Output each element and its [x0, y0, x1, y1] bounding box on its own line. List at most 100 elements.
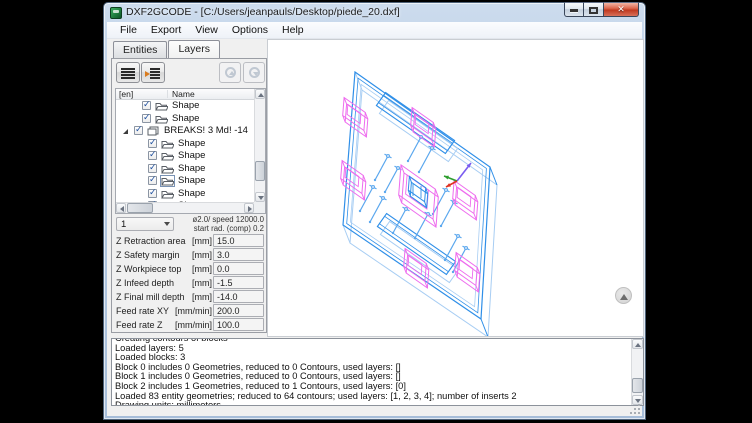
tree-header[interactable]: [en] Name — [116, 89, 254, 100]
param-label: Feed rate Z[mm/min] — [116, 320, 212, 330]
param-unit: [mm] — [192, 292, 212, 302]
param-row: Z Safety margin[mm]3.0 — [116, 248, 262, 262]
layer-checkbox[interactable]: ✓ — [142, 101, 151, 110]
move-layer-down-button[interactable] — [243, 62, 265, 83]
scroll-right-button[interactable] — [244, 203, 254, 213]
tree-vertical-scrollbar[interactable] — [254, 89, 265, 202]
tree-rows: ✓Shape✓Shape✓BREAKS! 3 Md! -14✓Shape✓Sha… — [116, 100, 254, 202]
drill-point — [371, 185, 374, 188]
folder-icon — [161, 164, 174, 174]
drill-tip — [374, 179, 376, 181]
tree-hscroll-thumb[interactable] — [127, 203, 153, 213]
param-name: Z Retraction area — [116, 236, 186, 246]
close-button[interactable]: ✕ — [604, 2, 639, 17]
param-value-field[interactable]: 100.0 — [213, 318, 264, 331]
drill-tip — [359, 210, 361, 212]
expand-all-button[interactable] — [141, 62, 165, 83]
scroll-down-icon — [635, 399, 641, 403]
drill-point — [430, 146, 433, 149]
check-icon: ✓ — [149, 149, 157, 160]
param-unit: [mm] — [192, 278, 212, 288]
menu-view[interactable]: View — [188, 22, 225, 38]
canvas-corner-button[interactable] — [615, 287, 632, 304]
layer-name: BREAKS! 3 Md! -14 — [164, 125, 248, 136]
tree-column-name: Name — [172, 89, 195, 99]
tree-row[interactable]: ✓ BREAKS! 3 Md! -14 — [116, 125, 254, 138]
check-icon: ✓ — [149, 174, 157, 185]
tree-row[interactable]: ✓Shape — [116, 175, 254, 188]
collapse-all-button[interactable] — [116, 62, 140, 83]
folder-icon — [161, 151, 174, 161]
menu-options[interactable]: Options — [225, 22, 275, 38]
layer-name: Shape — [172, 113, 199, 124]
resize-grip[interactable] — [630, 404, 640, 414]
scroll-left-button[interactable] — [116, 203, 126, 213]
minimize-icon — [570, 9, 578, 12]
scroll-up-button[interactable] — [255, 89, 265, 99]
log-vertical-scrollbar[interactable] — [631, 339, 643, 405]
drill-axis — [370, 198, 383, 222]
tree-vscroll-thumb[interactable] — [255, 161, 265, 181]
layer-checkbox[interactable]: ✓ — [148, 189, 157, 198]
param-row: Feed rate XY[mm/min]200.0 — [116, 304, 262, 318]
param-row: Z Retraction area[mm]15.0 — [116, 234, 262, 248]
drawing-canvas[interactable] — [267, 39, 644, 337]
layer-checkbox[interactable]: ✓ — [134, 126, 143, 135]
drill-axis — [419, 148, 432, 172]
log-lines: Creating contours of blocksLoaded layers… — [115, 339, 630, 405]
menu-export[interactable]: Export — [144, 22, 188, 38]
layer-tree: [en] Name ✓Shape✓Shape✓BREAKS! 3 Md! -14… — [115, 88, 266, 214]
log-vscroll-thumb[interactable] — [632, 378, 643, 393]
check-icon: ✓ — [149, 187, 157, 198]
tree-row[interactable]: ✓Shape — [116, 138, 254, 151]
param-name: Z Final mill depth — [116, 292, 185, 302]
param-row: Z Infeed depth [mm]-1.5 — [116, 276, 262, 290]
log-line: Loaded layers: 5 — [115, 344, 630, 354]
log-scroll-up-button[interactable] — [632, 339, 643, 349]
maximize-button[interactable] — [584, 2, 604, 17]
title-bar[interactable]: DXF2GCODE - [C:/Users/jeanpauls/Desktop/… — [104, 3, 645, 22]
close-icon: ✕ — [604, 4, 638, 15]
tab-entities[interactable]: Entities — [113, 41, 167, 58]
tree-column-enable: [en] — [119, 89, 133, 99]
layer-checkbox[interactable]: ✓ — [148, 176, 157, 185]
param-value-field[interactable]: 200.0 — [213, 304, 264, 317]
param-value-field[interactable]: 0.0 — [213, 262, 264, 275]
chevron-down-icon — [164, 222, 170, 226]
menu-file[interactable]: File — [113, 22, 144, 38]
scroll-down-button[interactable] — [255, 192, 265, 202]
folder-icon — [161, 139, 174, 149]
expand-triangle-icon[interactable] — [123, 129, 128, 134]
tree-row[interactable]: ✓Shape — [116, 188, 254, 201]
tree-row[interactable]: ✓Shape — [116, 163, 254, 176]
tree-horizontal-scrollbar[interactable] — [116, 202, 254, 213]
param-unit: [mm] — [192, 250, 212, 260]
layer-checkbox[interactable]: ✓ — [148, 139, 157, 148]
message-log[interactable]: Creating contours of blocksLoaded layers… — [111, 338, 644, 406]
tab-layers[interactable]: Layers — [168, 40, 220, 58]
param-value-field[interactable]: -1.5 — [213, 276, 264, 289]
drill-tip — [418, 171, 420, 173]
param-value-field[interactable]: 3.0 — [213, 248, 264, 261]
param-value-field[interactable]: -14.0 — [213, 290, 264, 303]
layer-name: Shape — [172, 100, 199, 111]
tool-number-select[interactable]: 1 — [116, 217, 174, 231]
log-line: Drawing units: millimeters — [115, 401, 630, 405]
check-icon: ✓ — [149, 137, 157, 148]
window-title: DXF2GCODE - [C:/Users/jeanpauls/Desktop/… — [126, 6, 400, 18]
menu-help[interactable]: Help — [275, 22, 311, 38]
minimize-button[interactable] — [564, 2, 584, 17]
param-value-field[interactable]: 15.0 — [213, 234, 264, 247]
drill-tip — [444, 259, 446, 261]
layer-checkbox[interactable]: ✓ — [148, 151, 157, 160]
layer-checkbox[interactable]: ✓ — [142, 114, 151, 123]
drill-axis — [441, 202, 454, 226]
param-name: Z Infeed depth — [116, 278, 174, 288]
scroll-up-icon — [635, 343, 641, 347]
pocket-inner — [459, 259, 473, 278]
move-layer-up-button[interactable] — [219, 62, 241, 83]
layer-checkbox[interactable]: ✓ — [148, 164, 157, 173]
tree-row[interactable]: ✓ Shape — [116, 150, 254, 163]
tree-row[interactable]: ✓ Shape — [116, 100, 254, 113]
layer-name: Shape — [178, 150, 205, 161]
